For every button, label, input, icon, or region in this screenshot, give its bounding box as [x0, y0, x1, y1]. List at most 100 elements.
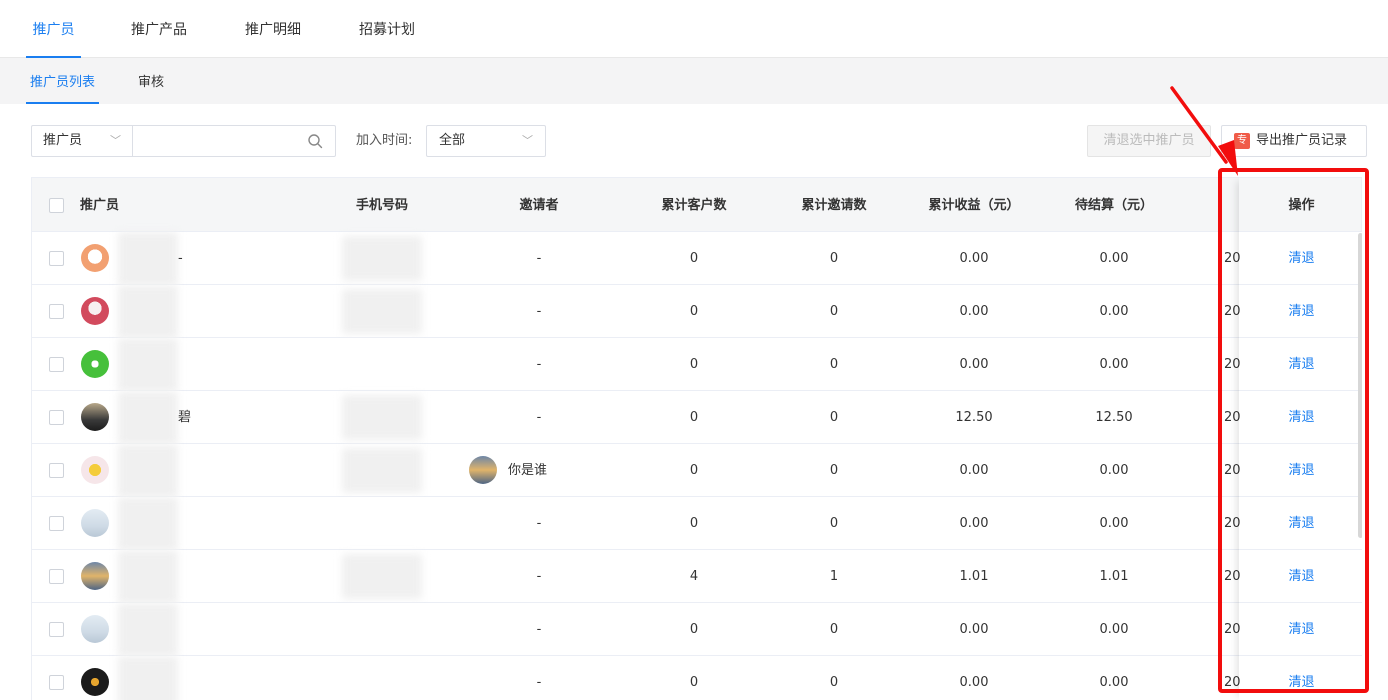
- inviter-name: -: [536, 251, 542, 266]
- table-row: 碧 -0 0 12.50 12.50 20 清退: [31, 391, 1362, 444]
- invite-count: 0: [829, 675, 839, 690]
- pending-amount: 0.00: [1099, 622, 1129, 637]
- inviter-name: -: [536, 304, 542, 319]
- phone-redacted: [342, 395, 422, 440]
- tab-promoted-products[interactable]: 推广产品: [126, 0, 192, 58]
- avatar: [81, 350, 109, 378]
- row-checkbox[interactable]: [49, 463, 64, 478]
- header-inviter: 邀请者: [519, 198, 559, 213]
- tab-promoter[interactable]: 推广员: [26, 0, 81, 58]
- phone-redacted: [342, 448, 422, 493]
- total-income: 0.00: [959, 675, 989, 690]
- vertical-scrollbar[interactable]: [1358, 233, 1362, 538]
- join-time-select[interactable]: 全部 ﹀: [426, 125, 546, 157]
- avatar: [81, 562, 109, 590]
- row-checkbox[interactable]: [49, 569, 64, 584]
- row-checkbox[interactable]: [49, 251, 64, 266]
- join-time-select-value: 全部: [439, 133, 466, 148]
- inviter-name: -: [536, 675, 542, 690]
- customer-count: 0: [689, 675, 699, 690]
- customer-count: 0: [689, 622, 699, 637]
- inviter-name: -: [536, 622, 542, 637]
- search-icon[interactable]: [307, 133, 323, 149]
- export-records-button[interactable]: 专 导出推广员记录: [1221, 125, 1367, 157]
- invite-count: 0: [829, 304, 839, 319]
- tab-promotion-details[interactable]: 推广明细: [240, 0, 306, 58]
- join-date-cut: 20: [1224, 675, 1240, 690]
- pending-amount: 0.00: [1099, 251, 1129, 266]
- avatar: [81, 615, 109, 643]
- pending-amount: 0.00: [1099, 304, 1129, 319]
- name-redacted: [118, 603, 178, 656]
- top-tab-bar: 推广员 推广产品 推广明细 招募计划: [0, 0, 1388, 58]
- customer-count: 0: [689, 304, 699, 319]
- invite-count: 0: [829, 516, 839, 531]
- inviter-avatar: [469, 456, 497, 484]
- inviter-name: -: [536, 410, 542, 425]
- avatar: [81, 244, 109, 272]
- join-date-cut: 20: [1224, 622, 1240, 637]
- row-checkbox[interactable]: [49, 304, 64, 319]
- inviter-name: -: [536, 516, 542, 531]
- invite-count: 1: [829, 569, 839, 584]
- row-checkbox[interactable]: [49, 622, 64, 637]
- search-input[interactable]: [132, 125, 336, 157]
- table-row: -0 0 0.00 0.00 20 清退: [31, 497, 1362, 550]
- customer-count: 0: [689, 410, 699, 425]
- chevron-down-icon: ﹀: [110, 134, 121, 147]
- table-row: 你是谁 0 0 0.00 0.00 20 清退: [31, 444, 1362, 497]
- table-row: -4 1 1.01 1.01 20 清退: [31, 550, 1362, 603]
- tab-recruit-plan[interactable]: 招募计划: [354, 0, 420, 58]
- pending-amount: 0.00: [1099, 675, 1129, 690]
- subtab-promoter-list[interactable]: 推广员列表: [26, 58, 99, 104]
- invite-count: 0: [829, 251, 839, 266]
- join-date-cut: 20: [1224, 569, 1240, 584]
- phone-redacted: [342, 236, 422, 281]
- export-icon: 专: [1234, 133, 1250, 149]
- select-all-checkbox[interactable]: [49, 198, 64, 213]
- invite-count: 0: [829, 357, 839, 372]
- header-promoter: 推广员: [80, 198, 120, 213]
- subtab-review[interactable]: 审核: [133, 58, 169, 104]
- total-income: 0.00: [959, 357, 989, 372]
- field-select[interactable]: 推广员 ﹀: [31, 125, 133, 157]
- pending-amount: 12.50: [1095, 410, 1133, 425]
- customer-count: 4: [689, 569, 699, 584]
- total-income: 0.00: [959, 622, 989, 637]
- table-row: -0 0 0.00 0.00 20 清退: [31, 338, 1362, 391]
- row-checkbox[interactable]: [49, 675, 64, 690]
- avatar: [81, 668, 109, 696]
- fixed-action-column: [1239, 177, 1362, 700]
- header-invites: 累计邀请数: [801, 198, 867, 213]
- name-redacted: [118, 550, 178, 603]
- header-income: 累计收益（元）: [928, 198, 1020, 213]
- inviter-name: 你是谁: [508, 463, 548, 478]
- row-checkbox[interactable]: [49, 516, 64, 531]
- total-income: 0.00: [959, 516, 989, 531]
- header-pending: 待结算（元）: [1074, 198, 1153, 213]
- promoter-name: -: [178, 251, 183, 266]
- clear-selected-button[interactable]: 清退选中推广员: [1087, 125, 1211, 157]
- total-income: 0.00: [959, 463, 989, 478]
- invite-count: 0: [829, 622, 839, 637]
- join-date-cut: 20: [1224, 357, 1240, 372]
- row-checkbox[interactable]: [49, 410, 64, 425]
- pending-amount: 0.00: [1099, 357, 1129, 372]
- join-date-cut: 20: [1224, 463, 1240, 478]
- total-income: 0.00: [959, 304, 989, 319]
- customer-count: 0: [689, 516, 699, 531]
- pending-amount: 0.00: [1099, 463, 1129, 478]
- avatar: [81, 509, 109, 537]
- phone-redacted: [342, 289, 422, 334]
- customer-count: 0: [689, 357, 699, 372]
- export-button-label: 导出推广员记录: [1256, 133, 1348, 148]
- join-date-cut: 20: [1224, 410, 1240, 425]
- pending-amount: 1.01: [1099, 569, 1129, 584]
- join-date-cut: 20: [1224, 251, 1240, 266]
- table-header: 推广员 手机号码 邀请者 累计客户数 累计邀请数 累计收益（元） 待结算（元） …: [31, 177, 1362, 232]
- row-checkbox[interactable]: [49, 357, 64, 372]
- inviter-name: -: [536, 569, 542, 584]
- avatar: [81, 297, 109, 325]
- promoter-name: 碧: [178, 410, 192, 425]
- name-redacted: [118, 391, 178, 444]
